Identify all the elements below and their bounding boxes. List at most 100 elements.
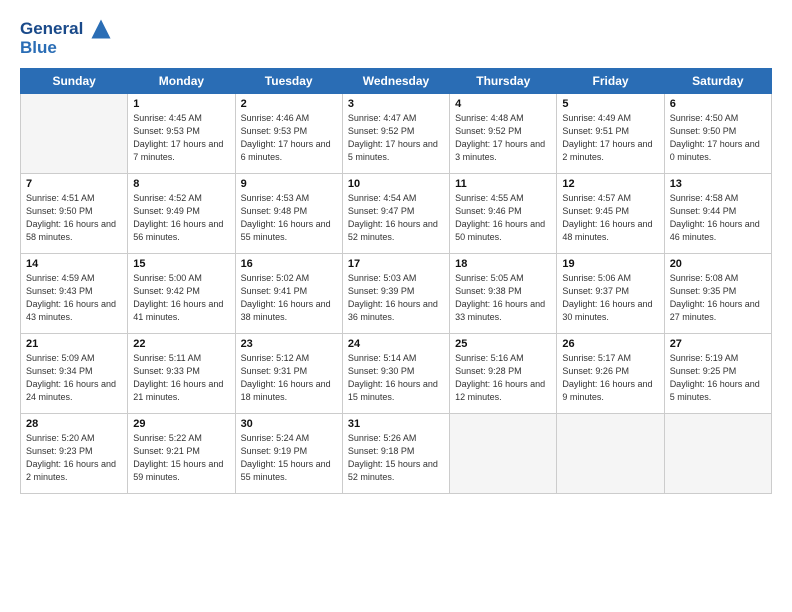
day-cell: 31 Sunrise: 5:26 AMSunset: 9:18 PMDaylig… — [342, 414, 449, 494]
day-info: Sunrise: 4:58 AMSunset: 9:44 PMDaylight:… — [670, 192, 766, 244]
day-info: Sunrise: 5:06 AMSunset: 9:37 PMDaylight:… — [562, 272, 658, 324]
day-cell: 11 Sunrise: 4:55 AMSunset: 9:46 PMDaylig… — [450, 174, 557, 254]
day-cell: 27 Sunrise: 5:19 AMSunset: 9:25 PMDaylig… — [664, 334, 771, 414]
day-number: 28 — [26, 418, 122, 430]
day-info: Sunrise: 4:54 AMSunset: 9:47 PMDaylight:… — [348, 192, 444, 244]
day-cell: 23 Sunrise: 5:12 AMSunset: 9:31 PMDaylig… — [235, 334, 342, 414]
day-number: 8 — [133, 178, 229, 190]
day-cell: 28 Sunrise: 5:20 AMSunset: 9:23 PMDaylig… — [21, 414, 128, 494]
day-number: 31 — [348, 418, 444, 430]
day-number: 30 — [241, 418, 337, 430]
day-info: Sunrise: 5:00 AMSunset: 9:42 PMDaylight:… — [133, 272, 229, 324]
day-info: Sunrise: 5:05 AMSunset: 9:38 PMDaylight:… — [455, 272, 551, 324]
day-info: Sunrise: 5:02 AMSunset: 9:41 PMDaylight:… — [241, 272, 337, 324]
day-number: 9 — [241, 178, 337, 190]
day-number: 25 — [455, 338, 551, 350]
day-cell: 22 Sunrise: 5:11 AMSunset: 9:33 PMDaylig… — [128, 334, 235, 414]
day-info: Sunrise: 4:49 AMSunset: 9:51 PMDaylight:… — [562, 112, 658, 164]
day-cell: 25 Sunrise: 5:16 AMSunset: 9:28 PMDaylig… — [450, 334, 557, 414]
day-cell: 2 Sunrise: 4:46 AMSunset: 9:53 PMDayligh… — [235, 94, 342, 174]
day-info: Sunrise: 5:16 AMSunset: 9:28 PMDaylight:… — [455, 352, 551, 404]
day-info: Sunrise: 5:19 AMSunset: 9:25 PMDaylight:… — [670, 352, 766, 404]
day-info: Sunrise: 5:24 AMSunset: 9:19 PMDaylight:… — [241, 432, 337, 484]
day-number: 12 — [562, 178, 658, 190]
header-wednesday: Wednesday — [342, 69, 449, 94]
day-number: 20 — [670, 258, 766, 270]
day-number: 10 — [348, 178, 444, 190]
week-row-5: 28 Sunrise: 5:20 AMSunset: 9:23 PMDaylig… — [21, 414, 772, 494]
day-number: 7 — [26, 178, 122, 190]
day-number: 5 — [562, 98, 658, 110]
day-cell: 15 Sunrise: 5:00 AMSunset: 9:42 PMDaylig… — [128, 254, 235, 334]
day-info: Sunrise: 5:22 AMSunset: 9:21 PMDaylight:… — [133, 432, 229, 484]
day-cell: 21 Sunrise: 5:09 AMSunset: 9:34 PMDaylig… — [21, 334, 128, 414]
header-saturday: Saturday — [664, 69, 771, 94]
week-row-3: 14 Sunrise: 4:59 AMSunset: 9:43 PMDaylig… — [21, 254, 772, 334]
day-cell: 4 Sunrise: 4:48 AMSunset: 9:52 PMDayligh… — [450, 94, 557, 174]
day-number: 23 — [241, 338, 337, 350]
day-cell: 5 Sunrise: 4:49 AMSunset: 9:51 PMDayligh… — [557, 94, 664, 174]
day-info: Sunrise: 4:45 AMSunset: 9:53 PMDaylight:… — [133, 112, 229, 164]
day-info: Sunrise: 4:57 AMSunset: 9:45 PMDaylight:… — [562, 192, 658, 244]
day-cell: 8 Sunrise: 4:52 AMSunset: 9:49 PMDayligh… — [128, 174, 235, 254]
day-number: 21 — [26, 338, 122, 350]
day-cell: 18 Sunrise: 5:05 AMSunset: 9:38 PMDaylig… — [450, 254, 557, 334]
day-info: Sunrise: 4:59 AMSunset: 9:43 PMDaylight:… — [26, 272, 122, 324]
header: General Blue — [20, 18, 772, 58]
day-number: 3 — [348, 98, 444, 110]
header-friday: Friday — [557, 69, 664, 94]
day-cell — [664, 414, 771, 494]
logo-blue: Blue — [20, 38, 112, 58]
day-info: Sunrise: 5:26 AMSunset: 9:18 PMDaylight:… — [348, 432, 444, 484]
day-info: Sunrise: 4:53 AMSunset: 9:48 PMDaylight:… — [241, 192, 337, 244]
day-info: Sunrise: 5:03 AMSunset: 9:39 PMDaylight:… — [348, 272, 444, 324]
day-number: 14 — [26, 258, 122, 270]
day-cell: 19 Sunrise: 5:06 AMSunset: 9:37 PMDaylig… — [557, 254, 664, 334]
day-number: 2 — [241, 98, 337, 110]
day-number: 26 — [562, 338, 658, 350]
day-info: Sunrise: 4:52 AMSunset: 9:49 PMDaylight:… — [133, 192, 229, 244]
day-number: 16 — [241, 258, 337, 270]
day-number: 19 — [562, 258, 658, 270]
day-info: Sunrise: 5:09 AMSunset: 9:34 PMDaylight:… — [26, 352, 122, 404]
day-cell: 6 Sunrise: 4:50 AMSunset: 9:50 PMDayligh… — [664, 94, 771, 174]
day-cell — [450, 414, 557, 494]
day-number: 24 — [348, 338, 444, 350]
calendar-table: Sunday Monday Tuesday Wednesday Thursday… — [20, 68, 772, 494]
day-cell: 12 Sunrise: 4:57 AMSunset: 9:45 PMDaylig… — [557, 174, 664, 254]
day-info: Sunrise: 4:46 AMSunset: 9:53 PMDaylight:… — [241, 112, 337, 164]
day-number: 1 — [133, 98, 229, 110]
day-cell: 13 Sunrise: 4:58 AMSunset: 9:44 PMDaylig… — [664, 174, 771, 254]
day-number: 22 — [133, 338, 229, 350]
page: General Blue Sunday Monday Tuesday Wedne… — [0, 0, 792, 506]
week-row-1: 1 Sunrise: 4:45 AMSunset: 9:53 PMDayligh… — [21, 94, 772, 174]
header-thursday: Thursday — [450, 69, 557, 94]
day-cell: 24 Sunrise: 5:14 AMSunset: 9:30 PMDaylig… — [342, 334, 449, 414]
day-cell — [557, 414, 664, 494]
day-cell: 20 Sunrise: 5:08 AMSunset: 9:35 PMDaylig… — [664, 254, 771, 334]
week-row-2: 7 Sunrise: 4:51 AMSunset: 9:50 PMDayligh… — [21, 174, 772, 254]
day-info: Sunrise: 5:20 AMSunset: 9:23 PMDaylight:… — [26, 432, 122, 484]
day-number: 17 — [348, 258, 444, 270]
day-cell: 10 Sunrise: 4:54 AMSunset: 9:47 PMDaylig… — [342, 174, 449, 254]
logo-text: General — [20, 18, 112, 40]
header-monday: Monday — [128, 69, 235, 94]
day-cell: 1 Sunrise: 4:45 AMSunset: 9:53 PMDayligh… — [128, 94, 235, 174]
day-info: Sunrise: 5:11 AMSunset: 9:33 PMDaylight:… — [133, 352, 229, 404]
day-cell: 9 Sunrise: 4:53 AMSunset: 9:48 PMDayligh… — [235, 174, 342, 254]
logo: General Blue — [20, 18, 112, 58]
header-row: Sunday Monday Tuesday Wednesday Thursday… — [21, 69, 772, 94]
day-number: 11 — [455, 178, 551, 190]
logo-icon — [90, 18, 112, 40]
day-cell — [21, 94, 128, 174]
day-cell: 17 Sunrise: 5:03 AMSunset: 9:39 PMDaylig… — [342, 254, 449, 334]
day-cell: 26 Sunrise: 5:17 AMSunset: 9:26 PMDaylig… — [557, 334, 664, 414]
day-info: Sunrise: 5:14 AMSunset: 9:30 PMDaylight:… — [348, 352, 444, 404]
day-info: Sunrise: 5:08 AMSunset: 9:35 PMDaylight:… — [670, 272, 766, 324]
day-cell: 14 Sunrise: 4:59 AMSunset: 9:43 PMDaylig… — [21, 254, 128, 334]
day-number: 6 — [670, 98, 766, 110]
day-number: 18 — [455, 258, 551, 270]
day-info: Sunrise: 4:51 AMSunset: 9:50 PMDaylight:… — [26, 192, 122, 244]
day-info: Sunrise: 5:17 AMSunset: 9:26 PMDaylight:… — [562, 352, 658, 404]
day-cell: 7 Sunrise: 4:51 AMSunset: 9:50 PMDayligh… — [21, 174, 128, 254]
